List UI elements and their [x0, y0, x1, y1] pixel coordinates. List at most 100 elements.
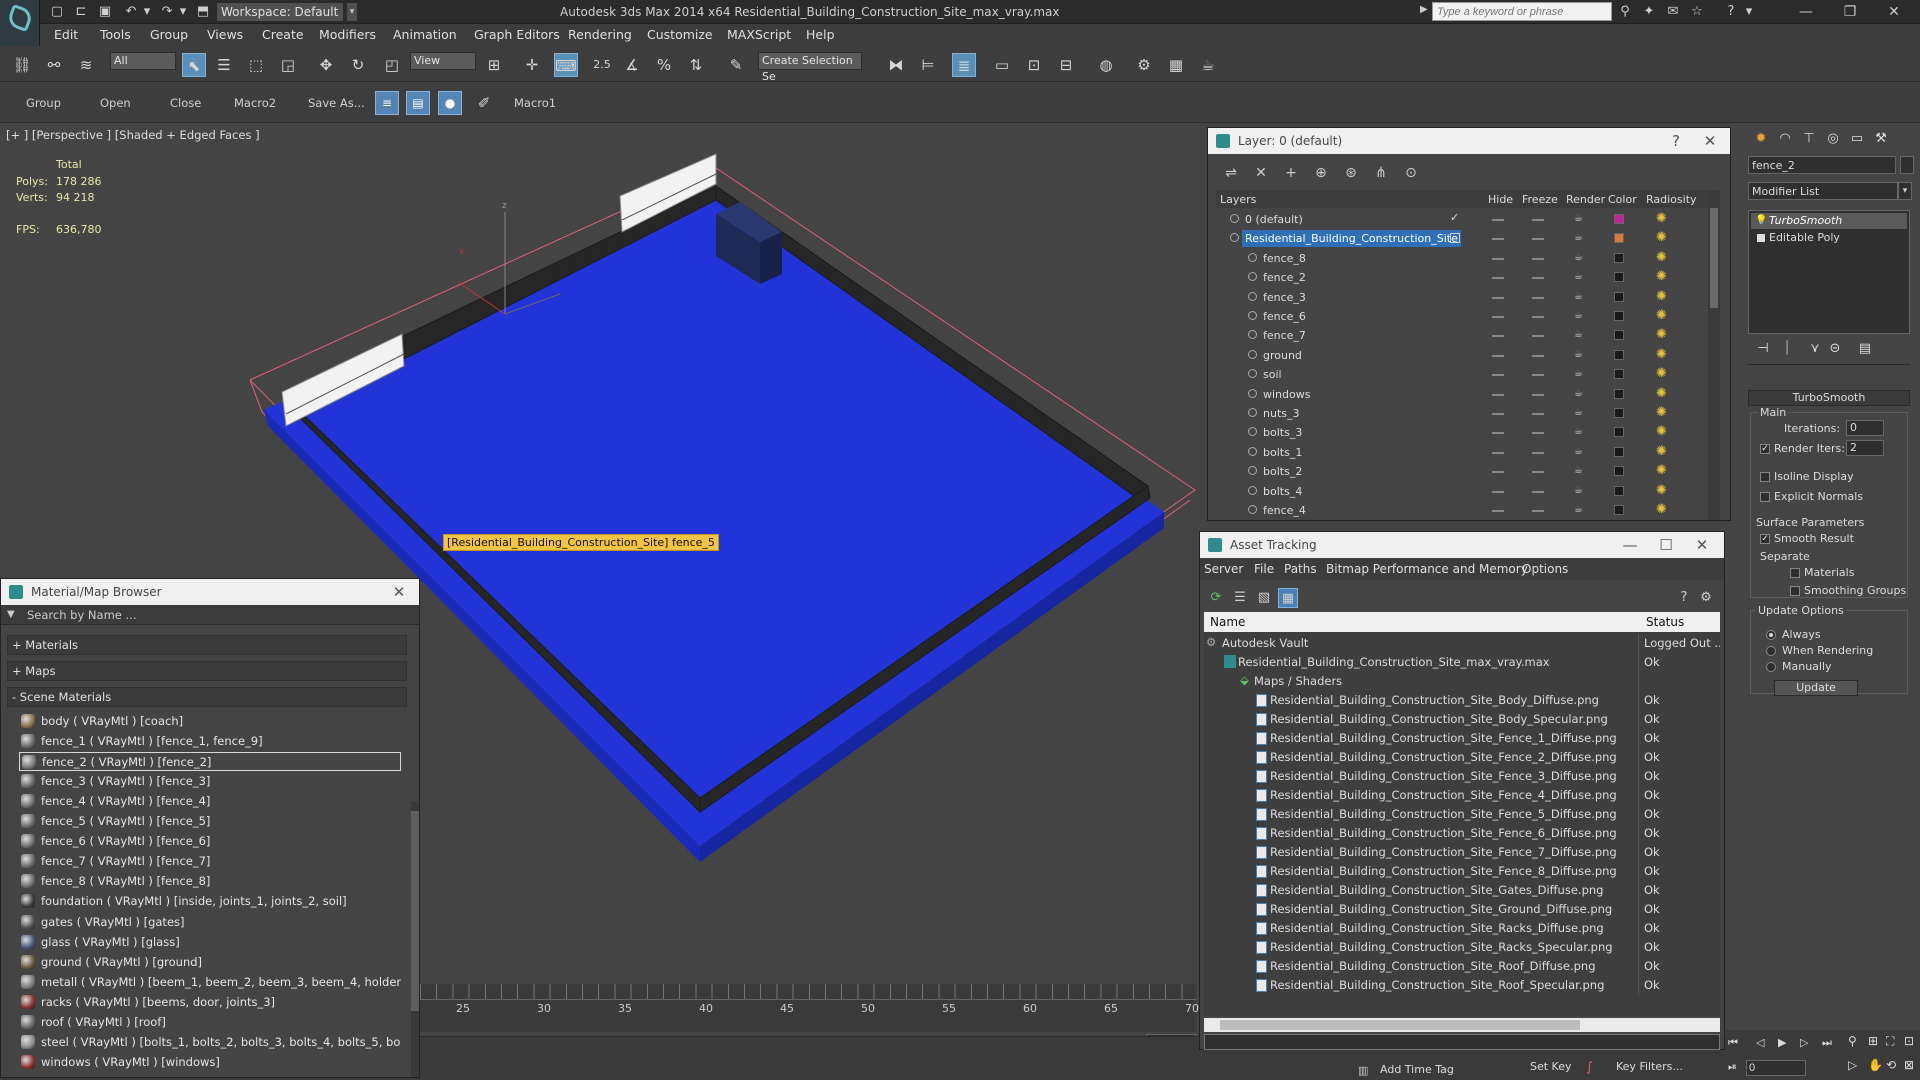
group-button[interactable]: Group: [26, 96, 61, 110]
asset-row[interactable]: Residential_Building_Construction_Site_F…: [1204, 748, 1720, 767]
select-layer-objects-icon[interactable]: ⊛: [1340, 162, 1362, 184]
hide-toggle[interactable]: [1492, 296, 1504, 299]
layer-color-swatch[interactable]: [1614, 388, 1624, 399]
col-render[interactable]: Render: [1566, 193, 1605, 206]
turbosmooth-rollout[interactable]: TurboSmooth: [1748, 390, 1910, 406]
asset-maximize-button[interactable]: ☐: [1652, 532, 1680, 558]
asset-row[interactable]: Residential_Building_Construction_Site_F…: [1204, 729, 1720, 748]
refresh-icon[interactable]: ⟳: [1206, 588, 1226, 608]
keyboard-shortcut-override-icon[interactable]: ⌨: [554, 53, 578, 77]
asset-row[interactable]: Residential_Building_Construction_Site_R…: [1204, 938, 1720, 957]
menu-customize[interactable]: Customize: [647, 27, 713, 42]
asset-window-titlebar[interactable]: Asset Tracking: [1200, 532, 1724, 558]
hide-toggle[interactable]: [1492, 219, 1504, 221]
layer-name[interactable]: fence_3: [1260, 289, 1309, 306]
asset-row[interactable]: Residential_Building_Construction_Site_F…: [1204, 824, 1720, 843]
layer-explorer-icon[interactable]: ≡: [375, 91, 399, 115]
communication-icon[interactable]: ✉: [1664, 3, 1682, 21]
named-selection-set-dropdown[interactable]: Create Selection Se: [758, 52, 862, 83]
radiosity-icon[interactable]: ✺: [1656, 289, 1672, 305]
asset-name[interactable]: Residential_Building_Construction_Site_R…: [1270, 959, 1596, 973]
freeze-toggle[interactable]: [1532, 277, 1544, 280]
render-teapot-icon[interactable]: ☕: [1574, 233, 1585, 243]
make-unique-icon[interactable]: ⋎: [1804, 338, 1826, 360]
close-window-button[interactable]: ✕: [1874, 0, 1914, 24]
render-frame-icon[interactable]: ▦: [1164, 53, 1188, 77]
isoline-display-checkbox[interactable]: [1760, 472, 1770, 482]
close-group-button[interactable]: Close: [170, 96, 201, 110]
radiosity-icon[interactable]: ✺: [1656, 250, 1672, 266]
asset-row[interactable]: Residential_Building_Construction_Site_m…: [1204, 653, 1720, 672]
wrench-tool-icon[interactable]: ✐: [472, 91, 496, 115]
asset-name[interactable]: Residential_Building_Construction_Site_F…: [1270, 826, 1617, 840]
layer-name[interactable]: soil: [1260, 366, 1285, 383]
render-iters-spinner[interactable]: 2: [1846, 440, 1884, 456]
asset-menu-server[interactable]: Server: [1204, 562, 1243, 576]
modifier-bulb-icon[interactable]: 💡: [1755, 215, 1767, 226]
freeze-toggle[interactable]: [1532, 296, 1544, 299]
radiosity-icon[interactable]: ✺: [1656, 463, 1672, 479]
asset-menu-paths[interactable]: Paths: [1284, 562, 1317, 576]
stack-item-turbosmooth[interactable]: TurboSmooth: [1751, 213, 1907, 229]
asset-row[interactable]: Residential_Building_Construction_Site_R…: [1204, 919, 1720, 938]
undo-dropdown-icon[interactable]: ▾: [138, 3, 156, 21]
hide-toggle[interactable]: [1492, 354, 1504, 357]
curve-editor-icon[interactable]: ⊡: [1022, 53, 1046, 77]
layer-window-titlebar[interactable]: Layer: 0 (default): [1208, 128, 1730, 154]
layer-color-swatch[interactable]: [1614, 291, 1624, 302]
col-name[interactable]: Name: [1210, 615, 1245, 629]
radiosity-icon[interactable]: ✺: [1656, 386, 1672, 402]
mirror-icon[interactable]: ⧓: [884, 53, 908, 77]
play-icon[interactable]: ▶: [1778, 1036, 1786, 1049]
asset-close-button[interactable]: ✕: [1688, 532, 1716, 558]
asset-row[interactable]: ⚙ Autodesk Vault Logged Out ...: [1204, 634, 1720, 653]
layer-name[interactable]: nuts_3: [1260, 405, 1303, 422]
next-frame-icon[interactable]: ▷: [1800, 1036, 1808, 1049]
object-name-field[interactable]: fence_2: [1748, 156, 1896, 174]
layer-name[interactable]: bolts_4: [1260, 483, 1305, 500]
render-teapot-icon[interactable]: ☕: [1574, 466, 1585, 476]
new-file-icon[interactable]: ▢: [48, 3, 66, 21]
layer-color-swatch[interactable]: [1614, 214, 1624, 224]
subscription-icon[interactable]: ✦: [1640, 3, 1658, 21]
material-item[interactable]: fence_1 ( VRayMtl ) [fence_1, fence_9]: [19, 732, 401, 751]
radiosity-icon[interactable]: ✺: [1656, 269, 1672, 285]
asset-tracking-icon[interactable]: ▤: [406, 91, 430, 115]
render-teapot-icon[interactable]: ☕: [1574, 388, 1585, 399]
menu-views[interactable]: Views: [207, 27, 243, 42]
asset-row[interactable]: Residential_Building_Construction_Site_G…: [1204, 881, 1720, 900]
keyword-search-input[interactable]: [1432, 2, 1612, 21]
layer-row[interactable]: bolts_3 ☕ ✺: [1216, 423, 1698, 442]
layer-row[interactable]: nuts_3 ☕ ✺: [1216, 404, 1698, 423]
menu-edit[interactable]: Edit: [54, 27, 78, 42]
material-browser-icon[interactable]: ●: [438, 91, 462, 115]
group-materials[interactable]: + Materials: [7, 635, 407, 655]
layer-color-swatch[interactable]: [1614, 466, 1624, 477]
current-frame-input[interactable]: [1746, 1060, 1806, 1076]
asset-row[interactable]: Residential_Building_Construction_Site_F…: [1204, 786, 1720, 805]
asset-name[interactable]: Residential_Building_Construction_Site_F…: [1270, 864, 1617, 878]
asset-row[interactable]: Residential_Building_Construction_Site_B…: [1204, 691, 1720, 710]
list-view-icon[interactable]: ☰: [1230, 588, 1250, 608]
select-manipulate-icon[interactable]: ✛: [520, 53, 544, 77]
freeze-toggle[interactable]: [1532, 335, 1544, 338]
scale-icon[interactable]: ◰: [380, 53, 404, 77]
asset-name[interactable]: Residential_Building_Construction_Site_R…: [1270, 940, 1613, 954]
spinner-snap-icon[interactable]: ⇅: [684, 53, 708, 77]
unlink-icon[interactable]: ⚯: [42, 53, 66, 77]
freeze-toggle[interactable]: [1532, 316, 1544, 318]
workspace-dropdown-arrow-icon[interactable]: ▾: [346, 2, 358, 22]
radiosity-icon[interactable]: ✺: [1656, 211, 1672, 227]
radiosity-icon[interactable]: ✺: [1656, 366, 1672, 382]
material-item[interactable]: glass ( VRayMtl ) [glass]: [19, 933, 401, 952]
hide-toggle[interactable]: [1492, 490, 1504, 493]
layer-color-swatch[interactable]: [1614, 311, 1624, 321]
asset-name[interactable]: Autodesk Vault: [1222, 636, 1308, 650]
layer-help-button[interactable]: ?: [1662, 128, 1690, 154]
material-window-titlebar[interactable]: Material/Map Browser: [1, 579, 419, 605]
asset-row[interactable]: Residential_Building_Construction_Site_R…: [1204, 957, 1720, 976]
pivot-center-icon[interactable]: ⊞: [482, 53, 506, 77]
add-time-tag-button[interactable]: Add Time Tag: [1380, 1063, 1454, 1076]
freeze-toggle[interactable]: [1532, 471, 1544, 474]
select-object-icon[interactable]: ⬉: [182, 53, 206, 77]
